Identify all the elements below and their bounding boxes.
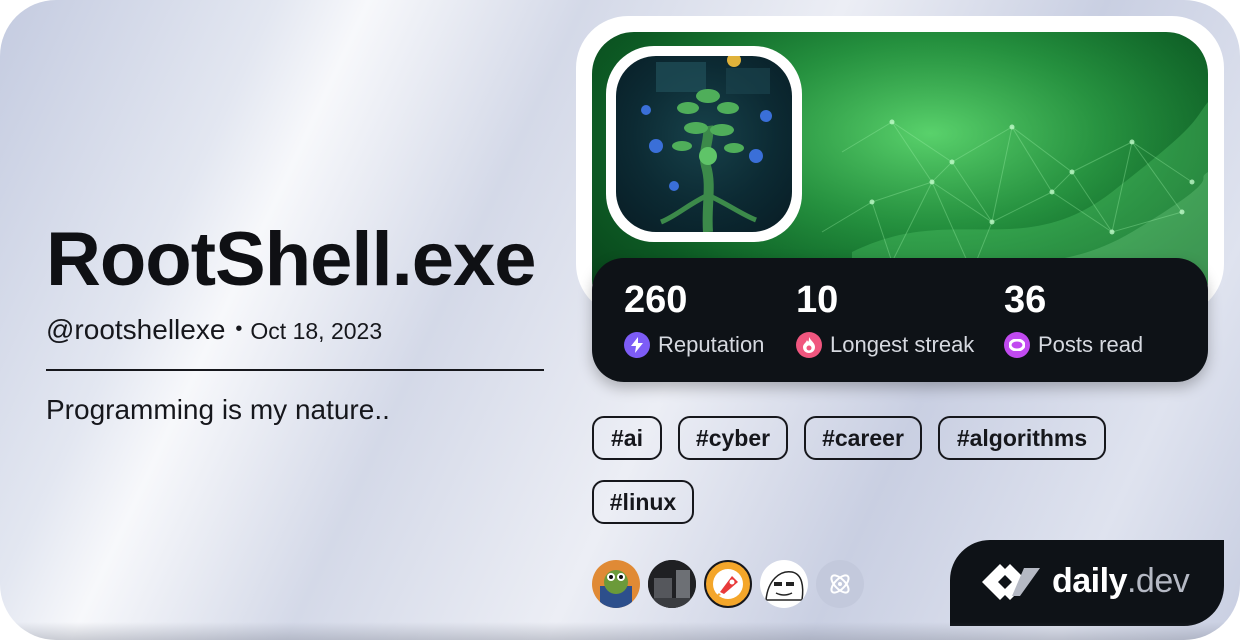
tag-chip[interactable]: #career — [804, 416, 922, 460]
flame-icon — [796, 332, 822, 358]
frog-squad-icon[interactable] — [592, 560, 640, 608]
daily-dev-logo-icon — [982, 564, 1040, 600]
stats-panel: 260 Reputation 10 Longest streak 36 Post… — [592, 258, 1208, 382]
reputation-label: Reputation — [658, 332, 765, 357]
brand-badge[interactable]: daily.dev — [950, 540, 1224, 626]
profile-card: RootShell.exe @rootshellexe • Oct 18, 20… — [0, 0, 1240, 640]
meta-separator: • — [235, 318, 243, 340]
rocket-squad-icon[interactable] — [704, 560, 752, 608]
posts-read-value: 36 — [1004, 279, 1047, 321]
posts-read-label: Posts read — [1038, 332, 1144, 357]
tag-chip[interactable]: #algorithms — [938, 416, 1106, 460]
profile-bio: Programming is my nature.. — [46, 394, 390, 425]
streak-label: Longest streak — [830, 332, 975, 357]
brand-name-daily: daily — [1052, 562, 1127, 600]
atom-squad-icon[interactable] — [816, 560, 864, 608]
avatar[interactable] — [616, 56, 792, 232]
stat-longest-streak: 10 Longest streak — [796, 278, 974, 358]
tree-illustration-icon — [641, 56, 772, 232]
tag-chip[interactable]: #cyber — [678, 416, 788, 460]
profile-handle: @rootshellexe — [46, 314, 226, 345]
meme-face-squad-icon[interactable] — [760, 560, 808, 608]
streak-value: 10 — [796, 279, 839, 321]
brand-name: daily.dev — [1052, 562, 1190, 601]
divider — [46, 369, 544, 371]
stat-posts-read: 36 Posts read — [1004, 278, 1143, 358]
profile-meta: @rootshellexe • Oct 18, 2023 — [46, 314, 382, 346]
tag-chip[interactable]: #linux — [592, 480, 694, 524]
eye-icon — [1004, 332, 1030, 358]
brand-name-suffix: .dev — [1126, 562, 1190, 600]
tag-chip[interactable]: #ai — [592, 416, 662, 460]
joined-date: Oct 18, 2023 — [250, 318, 383, 344]
dark-room-squad-icon[interactable] — [648, 560, 696, 608]
profile-name: RootShell.exe — [46, 217, 537, 302]
lightning-icon — [624, 332, 650, 358]
stat-reputation: 260 Reputation — [624, 278, 764, 358]
reputation-value: 260 — [624, 279, 688, 321]
